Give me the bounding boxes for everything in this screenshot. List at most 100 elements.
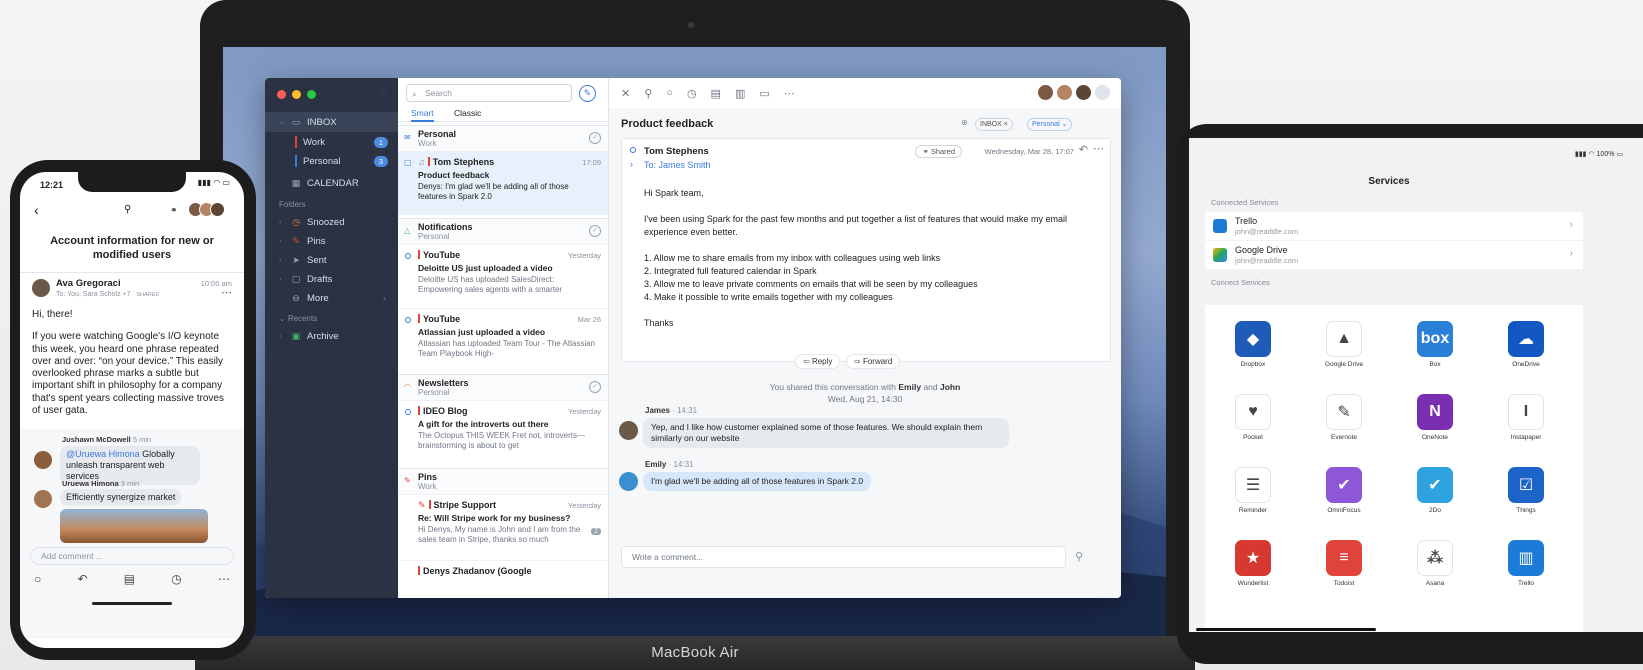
- connected-service-trello[interactable]: Trello john@readdle.com ›: [1205, 212, 1583, 240]
- email-body: Hi, there! If you were watching Google's…: [32, 309, 224, 417]
- service-reminder[interactable]: ☰ Reminder: [1213, 467, 1293, 514]
- group-header-newsletters[interactable]: ◠ Newsletters Personal ✓: [398, 374, 608, 400]
- tab-smart[interactable]: Smart: [411, 108, 434, 122]
- list-item[interactable]: YouTube Yesterday Deloitte US just uploa…: [398, 244, 608, 308]
- service-pocket[interactable]: ♥ Pocket: [1213, 394, 1293, 441]
- pencil-icon: ✎: [583, 88, 592, 98]
- attached-photo[interactable]: [60, 509, 208, 543]
- comment-input[interactable]: Add comment ...: [30, 547, 234, 565]
- compose-button[interactable]: ✎: [579, 85, 596, 102]
- attachment-icon[interactable]: ⚲: [1075, 550, 1083, 563]
- search-input[interactable]: ⌕ Search: [406, 84, 572, 102]
- service-box[interactable]: box Box: [1395, 321, 1475, 368]
- service-2do[interactable]: ✔ 2Do: [1395, 467, 1475, 514]
- chevron-right-icon: ›: [279, 237, 282, 245]
- sidebar-item-sent[interactable]: › ➤ Sent: [265, 250, 398, 270]
- sidebar-item-inbox[interactable]: ⌄ ▭ INBOX: [265, 112, 398, 132]
- unread-badge: 1: [374, 137, 388, 148]
- service-asana[interactable]: ⁂ Asana: [1395, 540, 1475, 587]
- reply-icon[interactable]: ↶: [1079, 143, 1088, 156]
- snooze-icon[interactable]: ◷: [171, 572, 181, 586]
- evernote-icon: ✎: [1326, 394, 1362, 430]
- close-icon[interactable]: ✕: [621, 87, 630, 100]
- sidebar-item-more[interactable]: ⊖ More ›: [265, 288, 398, 308]
- service-omnifocus[interactable]: ✔ OmniFocus: [1304, 467, 1384, 514]
- sidebar-item-personal[interactable]: Personal 3: [265, 151, 398, 171]
- forward-button[interactable]: ⇨ Forward: [846, 354, 901, 369]
- service-dropbox[interactable]: ◆ Dropbox: [1213, 321, 1293, 368]
- forward-icon: ⇨: [854, 357, 863, 366]
- reminder-icon: ☰: [1235, 467, 1271, 503]
- participants[interactable]: [1037, 84, 1111, 101]
- zoom-window-button[interactable]: [307, 90, 316, 99]
- connected-service-google-drive[interactable]: Google Drive john@readdle.com ›: [1205, 241, 1583, 269]
- more-icon[interactable]: ⋯: [784, 87, 795, 100]
- participants[interactable]: [188, 202, 225, 217]
- minimize-window-button[interactable]: [292, 90, 301, 99]
- pin-icon[interactable]: ⚲: [644, 87, 652, 100]
- more-icon[interactable]: ⋯: [1093, 142, 1104, 155]
- comment-author: Jushawn McDowell 5 min: [62, 435, 152, 444]
- inbox-chip[interactable]: INBOX ×: [975, 118, 1013, 131]
- chevron-right-icon[interactable]: ›: [630, 159, 633, 169]
- personal-chip[interactable]: Personal ⌄: [1027, 118, 1073, 131]
- add-tag-icon[interactable]: ⊕: [961, 118, 968, 127]
- service-onedrive[interactable]: ☁ OneDrive: [1486, 321, 1566, 368]
- mark-done-icon[interactable]: ✓: [589, 132, 601, 144]
- list-item[interactable]: YouTube Mar 26 Atlassian just uploaded a…: [398, 308, 608, 372]
- group-header-notifications[interactable]: △ Notifications Personal ✓: [398, 218, 608, 244]
- tab-classic[interactable]: Classic: [454, 108, 481, 118]
- reply-icon[interactable]: ↶: [77, 572, 87, 586]
- service-label: Box: [1429, 361, 1441, 368]
- list-item[interactable]: IDEO Blog Yesterday A gift for the intro…: [398, 400, 608, 464]
- sidebar-item-drafts[interactable]: › ▢ Drafts: [265, 269, 398, 289]
- folder-icon[interactable]: ▭: [759, 87, 769, 100]
- close-window-button[interactable]: [277, 90, 286, 99]
- back-icon[interactable]: ‹: [34, 202, 39, 218]
- chevron-right-icon: ›: [279, 332, 282, 340]
- camera-icon: [688, 22, 694, 28]
- archive-icon[interactable]: ▤: [124, 572, 135, 586]
- reply-button[interactable]: ⇦ Reply: [795, 354, 841, 369]
- group-header-personal[interactable]: ✉ Personal Work ✓: [398, 125, 608, 151]
- list-item[interactable]: ✎ Stripe Support Yesterday Re: Will Strip…: [398, 494, 608, 558]
- mark-done-icon[interactable]: ✓: [589, 225, 601, 237]
- service-todoist[interactable]: ≡ Todoist: [1304, 540, 1384, 587]
- more-icon[interactable]: ⋯: [221, 286, 232, 299]
- unread-dot-icon: [405, 409, 411, 415]
- service-google-drive[interactable]: ▲ Google Drive: [1304, 321, 1384, 368]
- more-icon[interactable]: ⋯: [218, 572, 230, 586]
- sidebar-item-pins[interactable]: › ✎ Pins: [265, 231, 398, 251]
- service-onenote[interactable]: N OneNote: [1395, 394, 1475, 441]
- service-trello[interactable]: ▥ Trello: [1486, 540, 1566, 587]
- group-header-pins[interactable]: ✎ Pins Work: [398, 468, 608, 494]
- sidebar-item-snoozed[interactable]: › ◷ Snoozed: [265, 212, 398, 232]
- mark-done-icon[interactable]: ○: [34, 572, 41, 586]
- service-wunderlist[interactable]: ★ Wunderlist: [1213, 540, 1293, 587]
- service-evernote[interactable]: ✎ Evernote: [1304, 394, 1384, 441]
- link-icon[interactable]: ⚭: [170, 205, 178, 216]
- send-icon: ➤: [292, 254, 300, 265]
- sync-icon[interactable]: ◌: [381, 88, 386, 97]
- trello-icon: [1213, 219, 1227, 233]
- onedrive-icon: ☁: [1508, 321, 1544, 357]
- pin-icon[interactable]: ⚲: [124, 204, 131, 215]
- list-item[interactable]: ▢ ♫ Tom Stephens 17:09 Product feedback D…: [398, 151, 608, 215]
- shared-badge[interactable]: ⚭ Shared: [915, 145, 962, 158]
- sidebar-item-work[interactable]: Work 1: [265, 132, 398, 152]
- service-things[interactable]: ☑ Things: [1486, 467, 1566, 514]
- connect-header: Connect Services: [1211, 278, 1270, 287]
- comment-input[interactable]: Write a comment...: [621, 546, 1066, 568]
- service-instapaper[interactable]: I Instapaper: [1486, 394, 1566, 441]
- mark-done-icon[interactable]: ✓: [589, 381, 601, 393]
- sidebar-item-calendar[interactable]: ▦ CALENDAR: [265, 173, 398, 193]
- archive-icon[interactable]: ▤: [711, 87, 721, 100]
- snooze-icon[interactable]: ◷: [687, 87, 697, 100]
- list-item[interactable]: Denys Zhadanov (Google: [398, 560, 608, 598]
- comment-author: Emily · 14:31: [645, 460, 694, 469]
- trash-icon[interactable]: ▥: [735, 87, 745, 100]
- chevron-right-icon: ›: [1569, 248, 1573, 259]
- sidebar-item-archive[interactable]: › ▣ Archive: [265, 326, 398, 346]
- service-label: OneNote: [1421, 434, 1449, 441]
- mark-done-icon[interactable]: ○: [666, 87, 673, 99]
